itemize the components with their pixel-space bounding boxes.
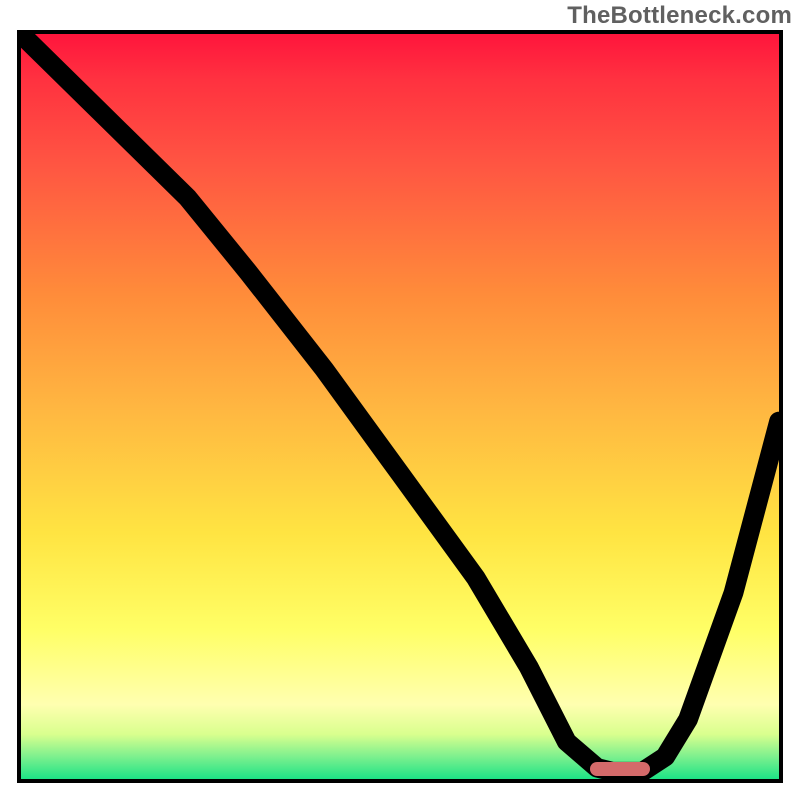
chart-plot-area [17,30,783,783]
watermark-text: TheBottleneck.com [567,2,792,30]
curve-path [21,34,779,772]
bottleneck-curve [21,34,779,779]
optimal-range-marker [590,762,651,776]
